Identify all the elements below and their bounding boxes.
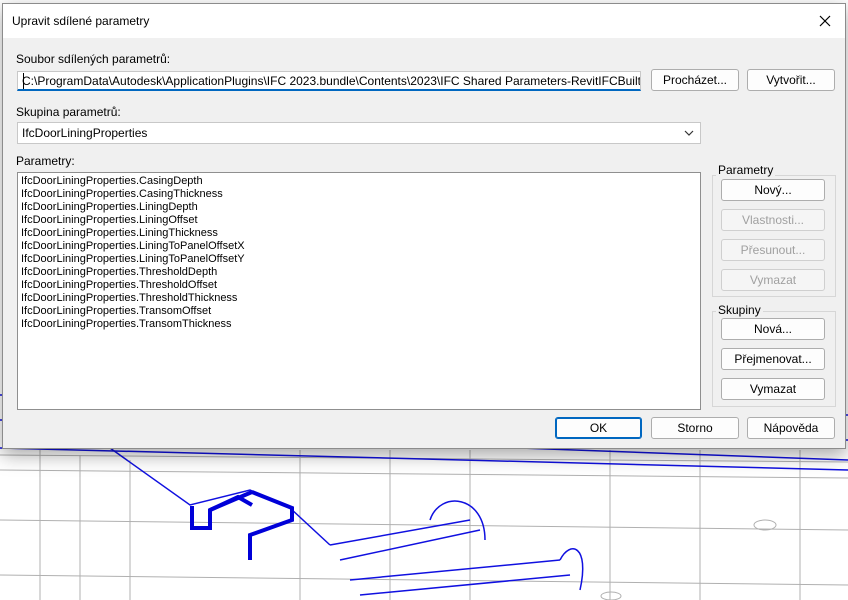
delete-group-button[interactable]: Vymazat — [721, 378, 825, 400]
parameter-list-item[interactable]: IfcDoorLiningProperties.ThresholdThickne… — [21, 292, 697, 305]
parameter-list-item[interactable]: IfcDoorLiningProperties.TransomOffset — [21, 305, 697, 318]
parameter-list-item[interactable]: IfcDoorLiningProperties.CasingThickness — [21, 188, 697, 201]
dialog-title: Upravit sdílené parametry — [12, 14, 150, 28]
parameter-list-item[interactable]: IfcDoorLiningProperties.ThresholdOffset — [21, 279, 697, 292]
edit-shared-parameters-dialog: Upravit sdílené parametry Soubor sdílený… — [2, 3, 846, 449]
parameter-group-label: Skupina parametrů: — [16, 105, 121, 119]
parameter-list-item[interactable]: IfcDoorLiningProperties.CasingDepth — [21, 175, 697, 188]
move-parameter-button[interactable]: Přesunout... — [721, 239, 825, 261]
close-button[interactable] — [805, 4, 845, 38]
create-button[interactable]: Vytvořit... — [747, 69, 835, 91]
parameter-list-item[interactable]: IfcDoorLiningProperties.LiningToPanelOff… — [21, 253, 697, 266]
parameters-listbox[interactable]: IfcDoorLiningProperties.CasingDepth IfcDo… — [17, 172, 701, 410]
help-button[interactable]: Nápověda — [747, 417, 835, 439]
delete-parameter-button[interactable]: Vymazat — [721, 269, 825, 291]
close-icon — [819, 15, 831, 27]
parameter-list-item[interactable]: IfcDoorLiningProperties.LiningDepth — [21, 201, 697, 214]
parameter-list-item[interactable]: IfcDoorLiningProperties.LiningOffset — [21, 214, 697, 227]
chevron-down-icon — [684, 130, 694, 136]
parameter-properties-button[interactable]: Vlastnosti... — [721, 209, 825, 231]
parameters-label: Parametry: — [16, 154, 75, 168]
new-group-button[interactable]: Nová... — [721, 318, 825, 340]
parameter-list-item[interactable]: IfcDoorLiningProperties.LiningToPanelOff… — [21, 240, 697, 253]
groups-groupbox-title: Skupiny — [716, 303, 763, 317]
text-caret — [23, 73, 24, 89]
parameter-group-value: IfcDoorLiningProperties — [22, 126, 148, 140]
parameters-groupbox-title: Parametry — [716, 163, 776, 177]
new-parameter-button[interactable]: Nový... — [721, 179, 825, 201]
parameter-group-select[interactable]: IfcDoorLiningProperties — [17, 122, 701, 144]
parameter-list-item[interactable]: IfcDoorLiningProperties.ThresholdDepth — [21, 266, 697, 279]
parameter-list-item[interactable]: IfcDoorLiningProperties.LiningThickness — [21, 227, 697, 240]
shared-parameters-file-field[interactable]: C:\ProgramData\Autodesk\ApplicationPlugi… — [17, 71, 641, 91]
title-bar: Upravit sdílené parametry — [3, 4, 845, 38]
ok-button[interactable]: OK — [555, 417, 642, 439]
cancel-button[interactable]: Storno — [651, 417, 739, 439]
parameter-list-item[interactable]: IfcDoorLiningProperties.TransomThickness — [21, 318, 697, 331]
browse-button[interactable]: Procházet... — [651, 69, 739, 91]
shared-parameters-file-label: Soubor sdílených parametrů: — [16, 52, 171, 66]
rename-group-button[interactable]: Přejmenovat... — [721, 348, 825, 370]
